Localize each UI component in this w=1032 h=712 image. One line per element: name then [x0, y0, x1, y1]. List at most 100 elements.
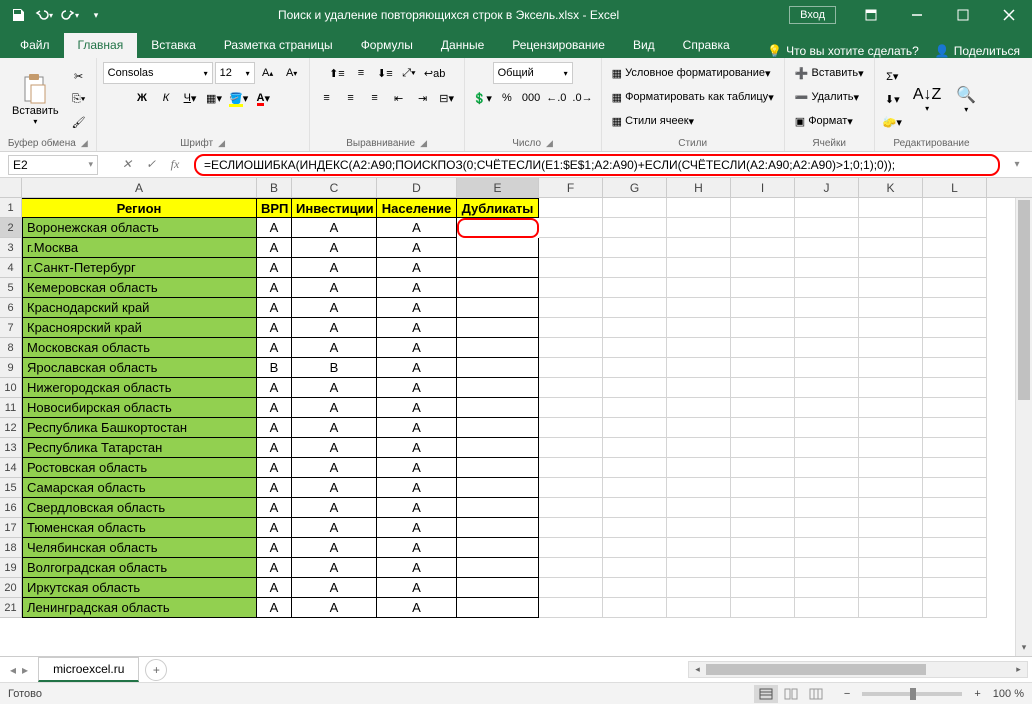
- data-cell[interactable]: A: [292, 578, 377, 598]
- cell[interactable]: [731, 238, 795, 258]
- align-right-icon[interactable]: ≡: [364, 87, 386, 109]
- region-cell[interactable]: г.Москва: [22, 238, 257, 258]
- wrap-text-icon[interactable]: ↩ab: [422, 62, 447, 84]
- cell[interactable]: [603, 518, 667, 538]
- cell[interactable]: [667, 278, 731, 298]
- cell[interactable]: [859, 398, 923, 418]
- row-header[interactable]: 14: [0, 458, 22, 478]
- cell[interactable]: [923, 198, 987, 218]
- duplicate-cell[interactable]: [457, 238, 539, 258]
- row-header[interactable]: 15: [0, 478, 22, 498]
- data-cell[interactable]: A: [377, 318, 457, 338]
- data-cell[interactable]: A: [292, 378, 377, 398]
- fill-icon[interactable]: ⬇▾: [881, 88, 904, 110]
- cell[interactable]: [603, 218, 667, 238]
- cell[interactable]: [603, 598, 667, 618]
- cell[interactable]: [667, 378, 731, 398]
- row-header[interactable]: 6: [0, 298, 22, 318]
- data-cell[interactable]: A: [257, 318, 292, 338]
- row-header[interactable]: 17: [0, 518, 22, 538]
- cell[interactable]: [859, 518, 923, 538]
- cell[interactable]: [667, 258, 731, 278]
- cell[interactable]: [859, 478, 923, 498]
- region-cell[interactable]: Воронежская область: [22, 218, 257, 238]
- cell[interactable]: [603, 458, 667, 478]
- cell[interactable]: [859, 418, 923, 438]
- duplicate-cell[interactable]: [457, 298, 539, 318]
- cell[interactable]: [795, 378, 859, 398]
- sheet-nav-next-icon[interactable]: ▸: [20, 663, 30, 677]
- data-cell[interactable]: A: [377, 278, 457, 298]
- cell[interactable]: [731, 538, 795, 558]
- data-cell[interactable]: A: [257, 538, 292, 558]
- region-cell[interactable]: Красноярский край: [22, 318, 257, 338]
- cell[interactable]: [731, 418, 795, 438]
- cell[interactable]: [859, 538, 923, 558]
- cell[interactable]: [539, 578, 603, 598]
- percent-icon[interactable]: %: [496, 87, 518, 109]
- row-header[interactable]: 1: [0, 198, 22, 218]
- data-cell[interactable]: A: [377, 518, 457, 538]
- align-top-icon[interactable]: ⬆≡: [326, 62, 348, 84]
- duplicate-cell[interactable]: [457, 458, 539, 478]
- row-header[interactable]: 18: [0, 538, 22, 558]
- cell[interactable]: [539, 338, 603, 358]
- align-bottom-icon[interactable]: ⬇≡: [374, 62, 396, 84]
- data-cell[interactable]: A: [377, 398, 457, 418]
- zoom-out-icon[interactable]: −: [840, 688, 854, 700]
- cell[interactable]: [731, 558, 795, 578]
- conditional-formatting-button[interactable]: ▦ Условное форматирование▾: [608, 62, 775, 84]
- tab-data[interactable]: Данные: [427, 33, 498, 58]
- data-cell[interactable]: A: [257, 438, 292, 458]
- data-cell[interactable]: A: [377, 358, 457, 378]
- header-cell[interactable]: Население: [377, 198, 457, 218]
- region-cell[interactable]: Новосибирская область: [22, 398, 257, 418]
- row-header[interactable]: 19: [0, 558, 22, 578]
- column-header-A[interactable]: A: [22, 178, 257, 197]
- column-header-C[interactable]: C: [292, 178, 377, 197]
- cell[interactable]: [603, 258, 667, 278]
- tab-insert[interactable]: Вставка: [137, 33, 210, 58]
- cell[interactable]: [795, 458, 859, 478]
- cell[interactable]: [667, 318, 731, 338]
- cell[interactable]: [539, 458, 603, 478]
- cell[interactable]: [795, 478, 859, 498]
- row-header[interactable]: 10: [0, 378, 22, 398]
- ribbon-display-icon[interactable]: [848, 0, 894, 30]
- data-cell[interactable]: A: [377, 578, 457, 598]
- cell[interactable]: [731, 478, 795, 498]
- cell[interactable]: [923, 518, 987, 538]
- cells-format-button[interactable]: ▣ Формат▾: [791, 110, 857, 132]
- data-cell[interactable]: A: [292, 278, 377, 298]
- duplicate-cell[interactable]: [457, 498, 539, 518]
- data-cell[interactable]: A: [292, 218, 377, 238]
- cell[interactable]: [923, 598, 987, 618]
- cells-delete-button[interactable]: ➖ Удалить▾: [791, 86, 863, 108]
- column-header-D[interactable]: D: [377, 178, 457, 197]
- cell[interactable]: [539, 438, 603, 458]
- cell[interactable]: [667, 478, 731, 498]
- cell[interactable]: [667, 238, 731, 258]
- cell[interactable]: [603, 378, 667, 398]
- row-header[interactable]: 11: [0, 398, 22, 418]
- cell[interactable]: [603, 578, 667, 598]
- cell[interactable]: [859, 238, 923, 258]
- sheet-nav-prev-icon[interactable]: ◂: [8, 663, 18, 677]
- page-layout-view-icon[interactable]: [779, 685, 803, 703]
- cell[interactable]: [603, 478, 667, 498]
- enter-formula-icon[interactable]: ✓: [140, 155, 162, 175]
- header-cell[interactable]: ВРП: [257, 198, 292, 218]
- cell[interactable]: [603, 418, 667, 438]
- region-cell[interactable]: Ростовская область: [22, 458, 257, 478]
- duplicate-cell[interactable]: [457, 378, 539, 398]
- cell[interactable]: [539, 278, 603, 298]
- cell[interactable]: [795, 358, 859, 378]
- currency-icon[interactable]: 💲▾: [471, 87, 494, 109]
- header-cell[interactable]: Регион: [22, 198, 257, 218]
- zoom-value[interactable]: 100 %: [993, 688, 1024, 700]
- row-header[interactable]: 9: [0, 358, 22, 378]
- cell[interactable]: [859, 578, 923, 598]
- row-header[interactable]: 5: [0, 278, 22, 298]
- italic-button[interactable]: К: [155, 87, 177, 109]
- data-cell[interactable]: A: [257, 578, 292, 598]
